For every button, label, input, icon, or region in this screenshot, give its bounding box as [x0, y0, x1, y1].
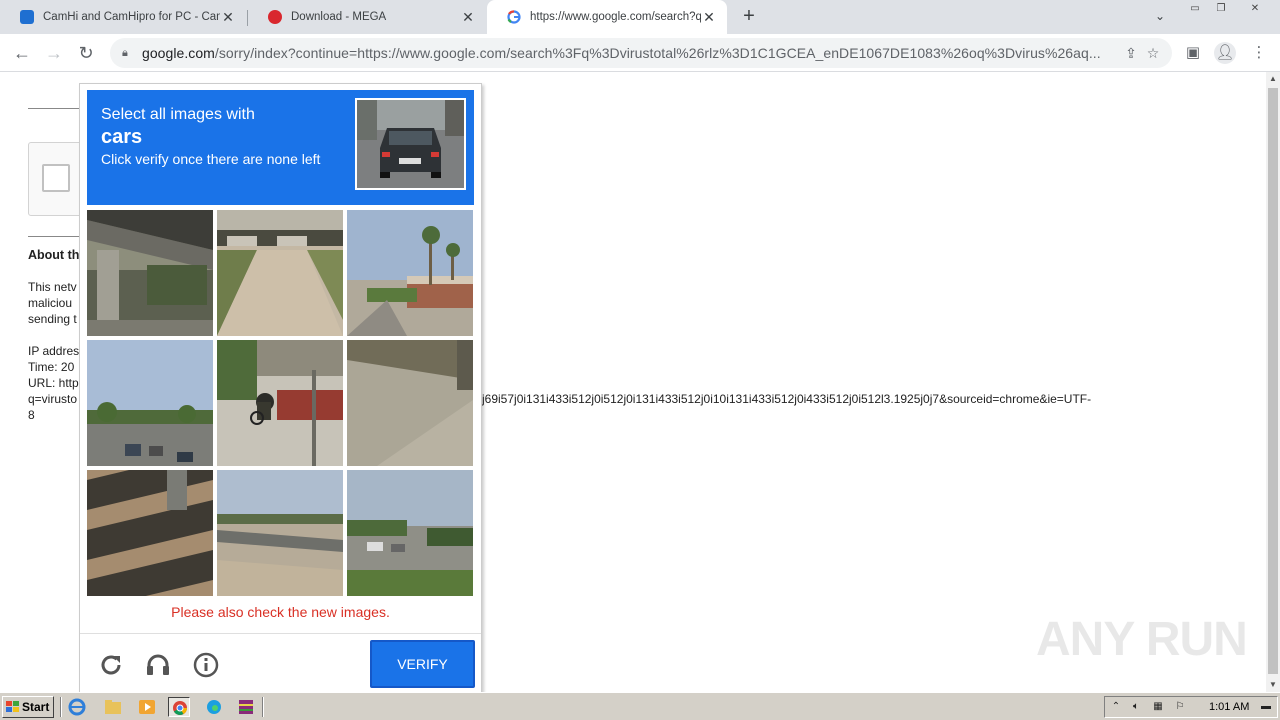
verify-button[interactable]: VERIFY — [370, 640, 475, 688]
about-heading: About th — [28, 248, 80, 262]
tray-expand-icon[interactable]: ⌃ — [1109, 701, 1123, 715]
tile-path-bridge[interactable] — [217, 210, 343, 336]
tile-parking-lot[interactable] — [347, 470, 473, 596]
action-center-flag-icon[interactable]: ⚐ — [1173, 701, 1187, 715]
captcha-challenge: Select all images with cars Click verify… — [79, 83, 482, 693]
image-grid — [87, 210, 474, 597]
tile-overpass[interactable] — [87, 210, 213, 336]
taskbar: Start ⌃ 🔈︎ ▦ ⚐ 1:01 AM ▬ — [0, 692, 1280, 720]
back-arrow-icon[interactable]: ← — [10, 41, 34, 65]
divider — [28, 236, 80, 237]
tile-cyclist[interactable] — [217, 340, 343, 466]
url-host: google.com — [142, 45, 215, 61]
scroll-up-icon[interactable]: ▲ — [1266, 72, 1280, 86]
info-line: URL: http — [28, 376, 79, 390]
tile-pavement[interactable] — [347, 340, 473, 466]
volume-icon[interactable]: 🔈︎ — [1129, 701, 1143, 715]
minimize-icon[interactable]: ▭ — [1184, 2, 1206, 16]
anyrun-watermark: ANY RUN — [1036, 613, 1248, 666]
close-tab-icon[interactable]: ✕ — [460, 9, 476, 26]
tab-strip: CamHi and CamHipro for PC - Camhi ✕ Down… — [0, 0, 1280, 34]
footer-divider — [80, 633, 481, 634]
scroll-thumb[interactable] — [1268, 88, 1278, 674]
tile-palm-street[interactable] — [347, 210, 473, 336]
screen: CamHi and CamHipro for PC - Camhi ✕ Down… — [0, 0, 1280, 720]
info-line: q=virusto — [28, 392, 78, 406]
captcha-header: Select all images with cars Click verify… — [87, 90, 474, 205]
notice-line: This netv — [28, 280, 77, 294]
address-bar[interactable]: 🔒︎ google.com/sorry/index?continue=https… — [110, 38, 1172, 68]
profile-avatar-icon[interactable]: 👤︎ — [1214, 42, 1236, 64]
mega-favicon-icon — [268, 10, 282, 24]
forward-arrow-icon[interactable]: → — [42, 41, 66, 65]
notice-line: maliciou — [28, 296, 73, 310]
camhi-favicon-icon — [20, 10, 34, 24]
windows-logo-icon — [6, 701, 19, 712]
tile-freeway-bridge[interactable] — [217, 470, 343, 596]
start-button[interactable]: Start — [2, 696, 54, 718]
tab-title: CamHi and CamHipro for PC - Camhi — [43, 11, 220, 23]
url-continuation: j69i57j0i131i433i512j0i512j0i131i433i512… — [482, 392, 1092, 406]
winrar-icon[interactable] — [235, 697, 257, 717]
captcha-target-word: cars — [101, 126, 143, 148]
file-explorer-icon[interactable] — [102, 697, 124, 717]
notice-line: sending t — [28, 312, 77, 326]
bookmark-star-icon[interactable]: ☆ — [1142, 45, 1164, 62]
start-label: Start — [22, 700, 50, 714]
taskbar-separator — [60, 697, 62, 717]
sample-car-image — [355, 98, 466, 190]
media-player-icon[interactable] — [136, 697, 158, 717]
show-desktop-icon[interactable]: ▬ — [1259, 701, 1273, 715]
reload-icon[interactable]: ↻ — [74, 41, 98, 65]
restore-icon[interactable]: ❐ — [1210, 2, 1232, 16]
google-favicon-icon — [507, 10, 521, 24]
close-tab-icon[interactable]: ✕ — [220, 9, 236, 26]
divider — [28, 108, 80, 109]
reload-challenge-icon[interactable] — [96, 650, 126, 680]
vertical-scrollbar[interactable]: ▲ ▼ — [1266, 72, 1280, 692]
taskbar-separator — [262, 697, 264, 717]
tile-shadow-pillar[interactable] — [87, 470, 213, 596]
tab-title: https://www.google.com/search?q= — [530, 11, 701, 23]
browser-toolbar: ← → ↻ 🔒︎ google.com/sorry/index?continue… — [0, 34, 1280, 72]
network-icon[interactable]: ▦ — [1151, 701, 1165, 715]
info-icon[interactable] — [191, 650, 221, 680]
info-line: IP addres — [28, 344, 80, 358]
system-tray: ⌃ 🔈︎ ▦ ⚐ 1:01 AM ▬ — [1104, 696, 1278, 718]
captcha-error-message: Please also check the new images. — [171, 604, 390, 620]
share-icon[interactable]: ⇪ — [1120, 45, 1142, 62]
close-window-icon[interactable]: ✕ — [1244, 2, 1266, 16]
internet-explorer-icon[interactable] — [66, 697, 88, 717]
menu-dots-icon[interactable]: ⋮ — [1248, 42, 1270, 64]
scroll-down-icon[interactable]: ▼ — [1266, 678, 1280, 692]
captcha-prompt: Select all images with — [101, 106, 255, 123]
side-panel-icon[interactable]: ▣ — [1182, 42, 1204, 64]
tab-search-chevron-icon[interactable]: ⌄ — [1152, 9, 1168, 25]
tab-google-search[interactable]: https://www.google.com/search?q= ✕ — [487, 0, 727, 34]
address-url[interactable]: google.com/sorry/index?continue=https://… — [142, 45, 1120, 61]
new-tab-button[interactable]: + — [738, 5, 760, 29]
audio-challenge-icon[interactable] — [143, 650, 173, 680]
tile-highway-cars[interactable] — [87, 340, 213, 466]
edge-icon[interactable] — [203, 697, 225, 717]
taskbar-clock: 1:01 AM — [1209, 701, 1250, 713]
lock-icon: 🔒︎ — [122, 46, 128, 59]
url-path: /sorry/index?continue=https://www.google… — [214, 45, 1101, 61]
recaptcha-checkbox[interactable] — [42, 164, 70, 192]
tab-camhi[interactable]: CamHi and CamHipro for PC - Camhi ✕ — [0, 0, 246, 34]
chrome-taskbar-icon[interactable] — [168, 697, 190, 717]
tab-mega[interactable]: Download - MEGA ✕ — [248, 0, 486, 34]
info-line: 8 — [28, 408, 35, 422]
info-line: Time: 20 — [28, 360, 75, 374]
captcha-instruction: Click verify once there are none left — [101, 151, 321, 167]
close-tab-icon[interactable]: ✕ — [701, 9, 717, 26]
tab-title: Download - MEGA — [291, 11, 387, 23]
